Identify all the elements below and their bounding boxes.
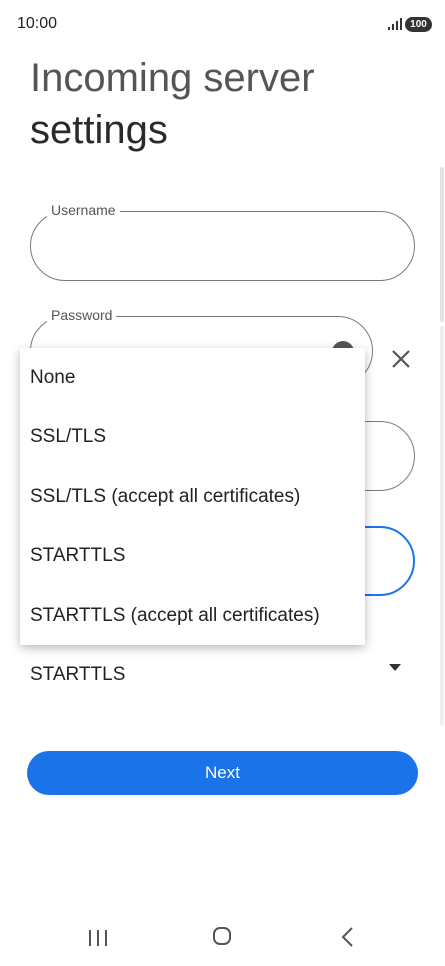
menu-item-starttls[interactable]: STARTTLS <box>20 526 365 585</box>
page-title-line2: settings <box>30 108 168 152</box>
recents-icon[interactable] <box>89 930 109 946</box>
security-select-value[interactable]: STARTTLS <box>30 664 125 686</box>
navigation-bar <box>0 910 445 966</box>
menu-item-starttls-accept-all[interactable]: STARTTLS (accept all certificates) <box>20 586 365 645</box>
battery-icon: 100 <box>405 17 432 32</box>
password-label: Password <box>47 307 117 323</box>
menu-item-ssl-tls-accept-all[interactable]: SSL/TLS (accept all certificates) <box>20 467 365 526</box>
page-title-line1: Incoming server <box>30 56 315 100</box>
scrollbar-track <box>440 326 444 726</box>
menu-item-ssl-tls[interactable]: SSL/TLS <box>20 407 365 466</box>
username-field[interactable]: Username <box>30 202 415 281</box>
username-label: Username <box>47 202 120 218</box>
signal-icon <box>388 18 402 30</box>
dropdown-arrow-icon[interactable] <box>389 664 401 671</box>
menu-item-none[interactable]: None <box>20 348 365 407</box>
scrollbar-thumb[interactable] <box>440 167 444 322</box>
status-bar: 10:00 100 <box>0 0 445 48</box>
close-icon[interactable] <box>388 346 414 372</box>
page-title: Incoming server settings <box>30 52 315 156</box>
next-button[interactable]: Next <box>27 751 418 795</box>
home-icon[interactable] <box>213 927 231 945</box>
status-time: 10:00 <box>17 15 58 32</box>
security-dropdown-menu: None SSL/TLS SSL/TLS (accept all certifi… <box>20 348 365 645</box>
back-icon[interactable] <box>340 926 356 948</box>
